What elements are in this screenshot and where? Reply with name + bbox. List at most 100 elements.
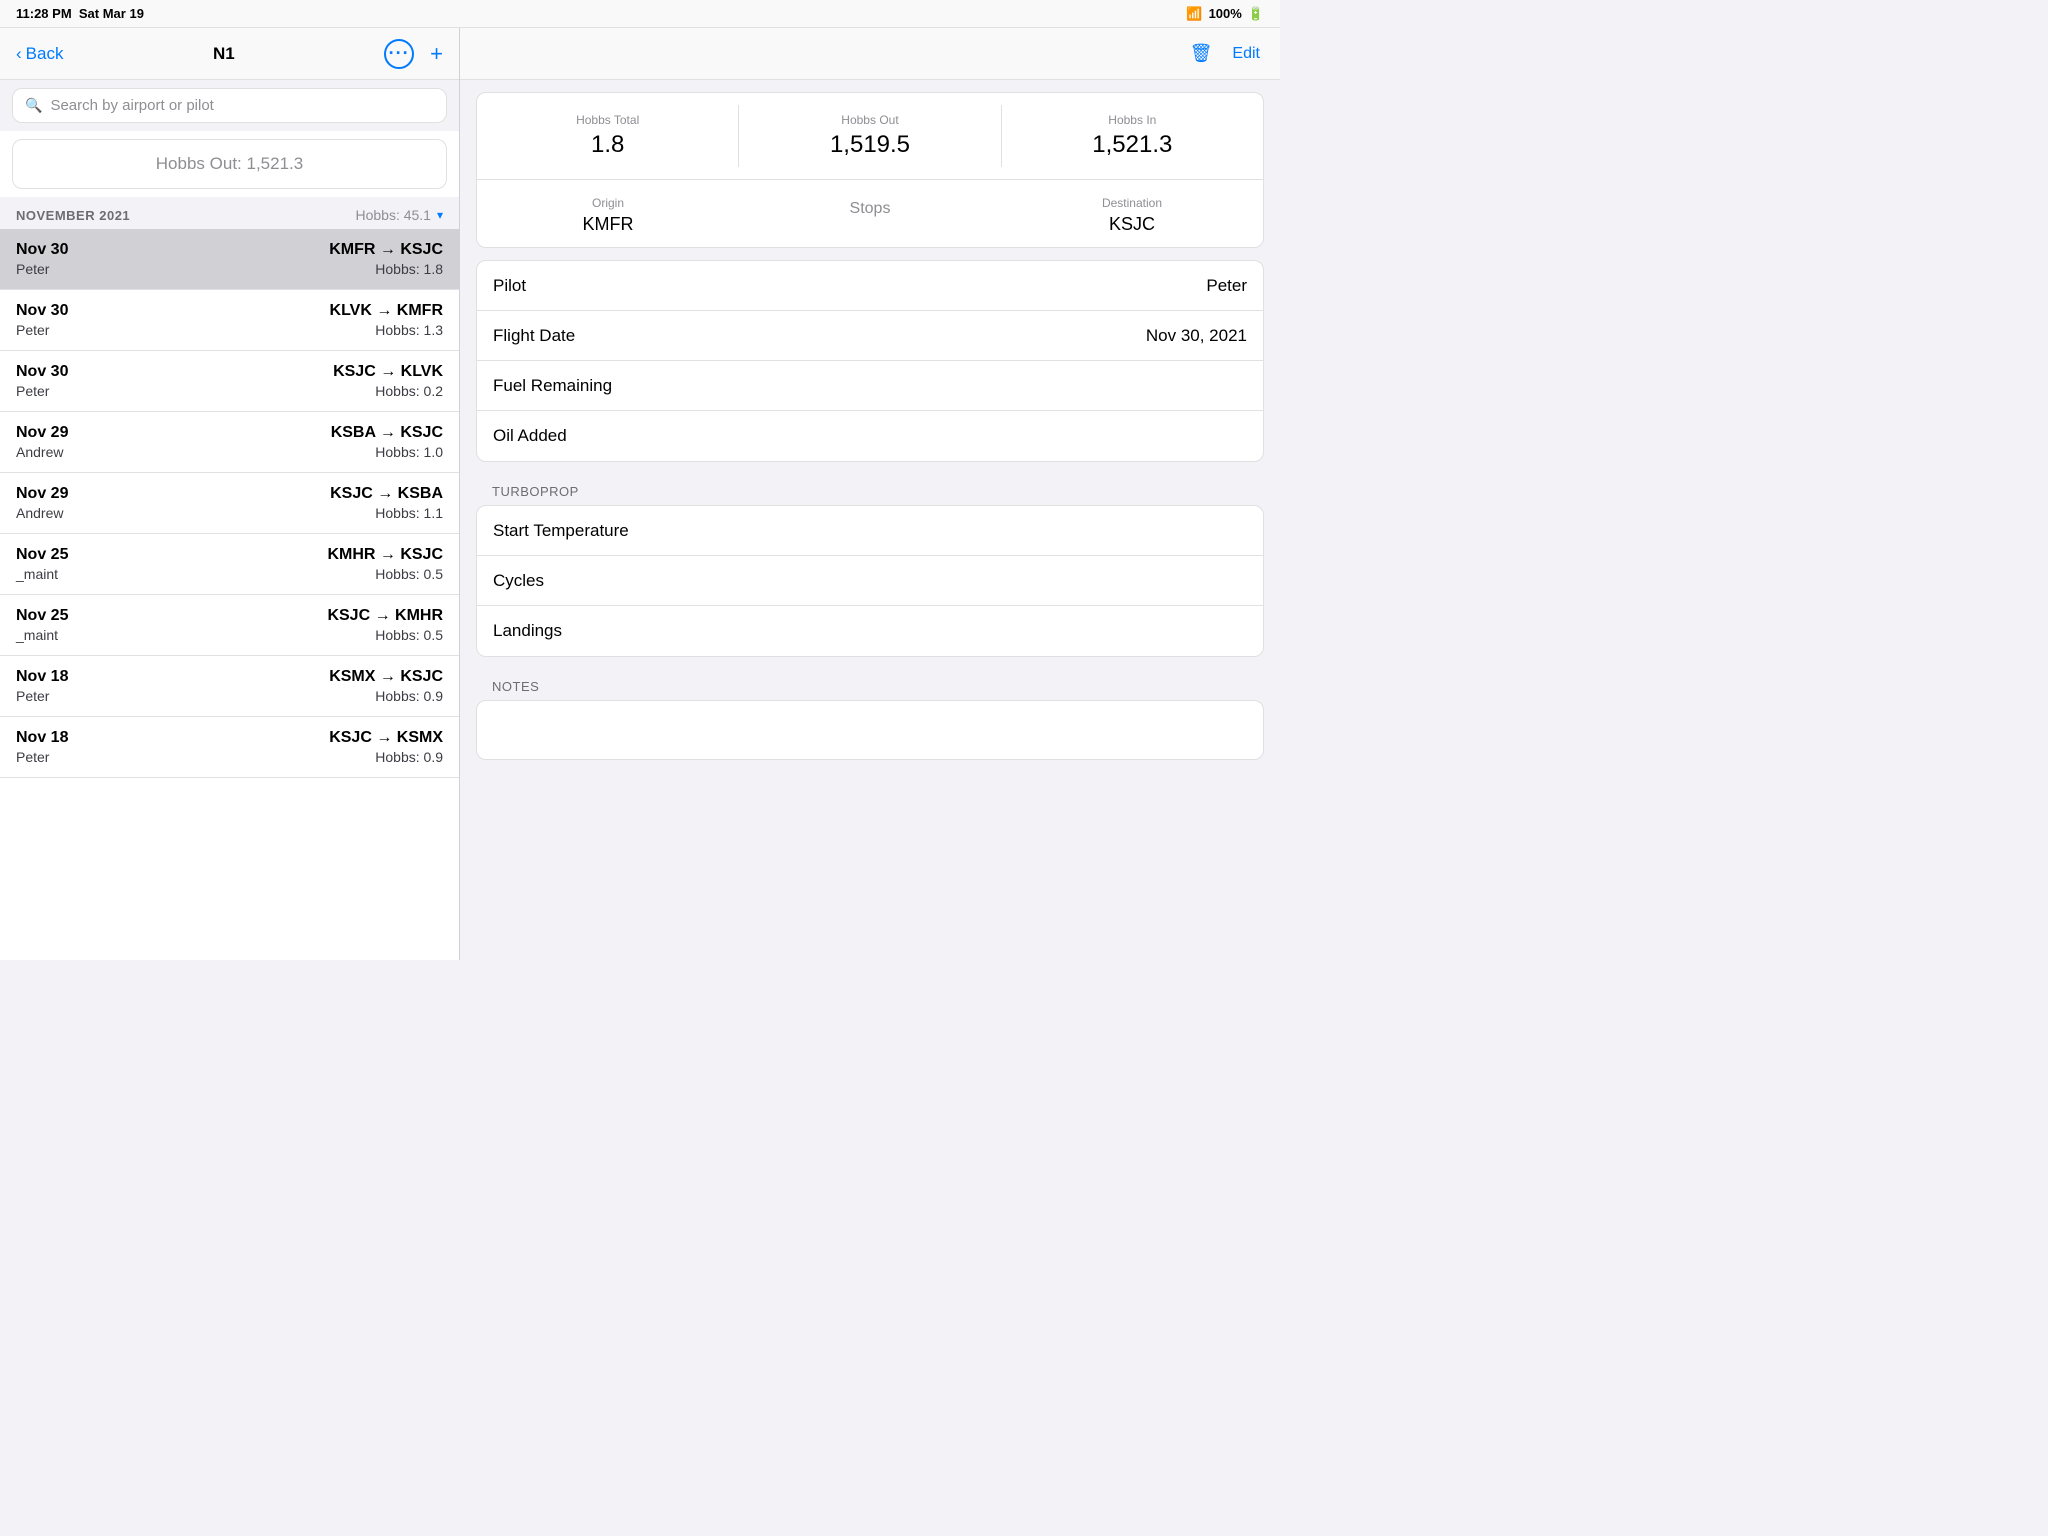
nav-bar: ‹ Back N1 ··· + xyxy=(0,28,459,80)
delete-button[interactable]: 🗑 xyxy=(1190,43,1213,64)
flight-left: Nov 18 Peter xyxy=(16,668,68,704)
flight-hobbs: Hobbs: 0.2 xyxy=(333,383,443,399)
flight-pilot: Peter xyxy=(16,261,68,277)
flight-date: Nov 30 xyxy=(16,241,68,259)
flight-left: Nov 25 _maint xyxy=(16,546,68,582)
hobbs-in-cell: Hobbs In 1,521.3 xyxy=(1002,105,1263,167)
status-time: 11:28 PM Sat Mar 19 xyxy=(16,6,144,21)
flight-list-item[interactable]: Nov 30 Peter KLVK → KMFR Hobbs: 1.3 xyxy=(0,290,459,351)
flight-pilot: Andrew xyxy=(16,505,68,521)
hobbs-out-cell: Hobbs Out 1,519.5 xyxy=(739,105,1001,167)
hobbs-in-label: Hobbs In xyxy=(1018,113,1247,127)
flight-left: Nov 30 Peter xyxy=(16,241,68,277)
origin-label: Origin xyxy=(493,196,723,210)
info-key: Fuel Remaining xyxy=(493,376,612,396)
flight-left: Nov 29 Andrew xyxy=(16,485,68,521)
hobbs-summary: Hobbs Total 1.8 Hobbs Out 1,519.5 Hobbs … xyxy=(477,93,1263,180)
flight-list-item[interactable]: Nov 18 Peter KSMX → KSJC Hobbs: 0.9 xyxy=(0,656,459,717)
turboprop-key: Cycles xyxy=(493,571,544,591)
flight-right: KSJC → KMHR Hobbs: 0.5 xyxy=(327,607,443,643)
flight-hobbs: Hobbs: 1.0 xyxy=(331,444,443,460)
flight-date: Nov 25 xyxy=(16,607,68,625)
flight-hobbs: Hobbs: 1.8 xyxy=(329,261,443,277)
trash-icon: 🗑 xyxy=(1190,43,1213,64)
flight-right: KLVK → KMFR Hobbs: 1.3 xyxy=(330,302,443,338)
flight-pilot: Peter xyxy=(16,688,68,704)
notes-card xyxy=(476,700,1264,760)
hobbs-in-value: 1,521.3 xyxy=(1018,131,1247,159)
section-hobbs[interactable]: Hobbs: 45.1 ▾ xyxy=(355,207,443,223)
info-row: Flight Date Nov 30, 2021 xyxy=(477,311,1263,361)
more-button[interactable]: ··· xyxy=(384,39,414,69)
nav-title: N1 xyxy=(213,44,235,64)
flight-date: Nov 30 xyxy=(16,363,68,381)
flight-list-item[interactable]: Nov 25 _maint KMHR → KSJC Hobbs: 0.5 xyxy=(0,534,459,595)
flight-list-item[interactable]: Nov 25 _maint KSJC → KMHR Hobbs: 0.5 xyxy=(0,595,459,656)
edit-button[interactable]: Edit xyxy=(1232,45,1260,63)
hobbs-detail-card: Hobbs Total 1.8 Hobbs Out 1,519.5 Hobbs … xyxy=(476,92,1264,248)
info-key: Oil Added xyxy=(493,426,567,446)
battery-icon: 🔋 xyxy=(1248,6,1264,22)
origin-value: KMFR xyxy=(493,214,723,235)
turboprop-key: Start Temperature xyxy=(493,521,629,541)
flight-right: KMHR → KSJC Hobbs: 0.5 xyxy=(327,546,443,582)
search-input-container[interactable]: 🔍 Search by airport or pilot xyxy=(12,88,447,123)
chevron-down-icon: ▾ xyxy=(437,208,443,222)
flight-pilot: Peter xyxy=(16,383,68,399)
flight-hobbs: Hobbs: 0.9 xyxy=(329,749,443,765)
info-key: Flight Date xyxy=(493,326,575,346)
search-bar: 🔍 Search by airport or pilot xyxy=(0,80,459,131)
add-button[interactable]: + xyxy=(430,41,443,67)
route-row: Origin KMFR Stops Destination KSJC xyxy=(477,180,1263,247)
flight-pilot: _maint xyxy=(16,566,68,582)
flight-list-item[interactable]: Nov 29 Andrew KSJC → KSBA Hobbs: 1.1 xyxy=(0,473,459,534)
flight-date: Nov 25 xyxy=(16,546,68,564)
turboprop-row: Start Temperature xyxy=(477,506,1263,556)
flight-list-item[interactable]: Nov 30 Peter KMFR → KSJC Hobbs: 1.8 xyxy=(0,229,459,290)
flight-list-item[interactable]: Nov 30 Peter KSJC → KLVK Hobbs: 0.2 xyxy=(0,351,459,412)
status-bar: 11:28 PM Sat Mar 19 📶 100% 🔋 xyxy=(0,0,1280,28)
flight-left: Nov 18 Peter xyxy=(16,729,68,765)
flight-route: KSJC → KMHR xyxy=(327,607,443,625)
flight-list-item[interactable]: Nov 18 Peter KSJC → KSMX Hobbs: 0.9 xyxy=(0,717,459,778)
flight-left: Nov 25 _maint xyxy=(16,607,68,643)
search-placeholder: Search by airport or pilot xyxy=(50,97,213,114)
notes-label: NOTES xyxy=(460,669,1280,700)
flight-left: Nov 29 Andrew xyxy=(16,424,68,460)
hobbs-out-value: 1,519.5 xyxy=(755,131,984,159)
flight-date: Nov 18 xyxy=(16,729,68,747)
flight-route: KSJC → KSBA xyxy=(330,485,443,503)
flight-right: KSBA → KSJC Hobbs: 1.0 xyxy=(331,424,443,460)
back-button[interactable]: ‹ Back xyxy=(16,44,63,64)
flight-route: KLVK → KMFR xyxy=(330,302,443,320)
flight-pilot: Peter xyxy=(16,322,68,338)
flight-right: KSJC → KSMX Hobbs: 0.9 xyxy=(329,729,443,765)
flight-route: KSMX → KSJC xyxy=(329,668,443,686)
turboprop-label: TURBOPROP xyxy=(460,474,1280,505)
flight-hobbs: Hobbs: 0.5 xyxy=(327,566,443,582)
chevron-left-icon: ‹ xyxy=(16,44,22,64)
destination-label: Destination xyxy=(1017,196,1247,210)
flight-right: KSMX → KSJC Hobbs: 0.9 xyxy=(329,668,443,704)
app-container: ‹ Back N1 ··· + 🔍 Search by airport or p… xyxy=(0,28,1280,960)
flight-hobbs: Hobbs: 1.1 xyxy=(330,505,443,521)
info-row: Fuel Remaining xyxy=(477,361,1263,411)
right-panel: 🗑 Edit Hobbs Total 1.8 Hobbs Out 1,519.5… xyxy=(460,28,1280,960)
turboprop-row: Landings xyxy=(477,606,1263,656)
flight-pilot: _maint xyxy=(16,627,68,643)
flight-date: Nov 18 xyxy=(16,668,68,686)
search-icon: 🔍 xyxy=(25,97,42,114)
section-title: NOVEMBER 2021 xyxy=(16,208,130,223)
flight-pilot: Peter xyxy=(16,749,68,765)
info-val: Nov 30, 2021 xyxy=(1146,326,1247,346)
flight-date: Nov 29 xyxy=(16,424,68,442)
flight-left: Nov 30 Peter xyxy=(16,363,68,399)
info-card: Pilot Peter Flight Date Nov 30, 2021 Fue… xyxy=(476,260,1264,462)
hobbs-total-label: Hobbs Total xyxy=(493,113,722,127)
flight-date: Nov 30 xyxy=(16,302,68,320)
hobbs-out-label: Hobbs Out xyxy=(755,113,984,127)
flight-right: KMFR → KSJC Hobbs: 1.8 xyxy=(329,241,443,277)
destination-cell: Destination KSJC xyxy=(1001,192,1263,239)
flight-list-item[interactable]: Nov 29 Andrew KSBA → KSJC Hobbs: 1.0 xyxy=(0,412,459,473)
flight-right: KSJC → KLVK Hobbs: 0.2 xyxy=(333,363,443,399)
